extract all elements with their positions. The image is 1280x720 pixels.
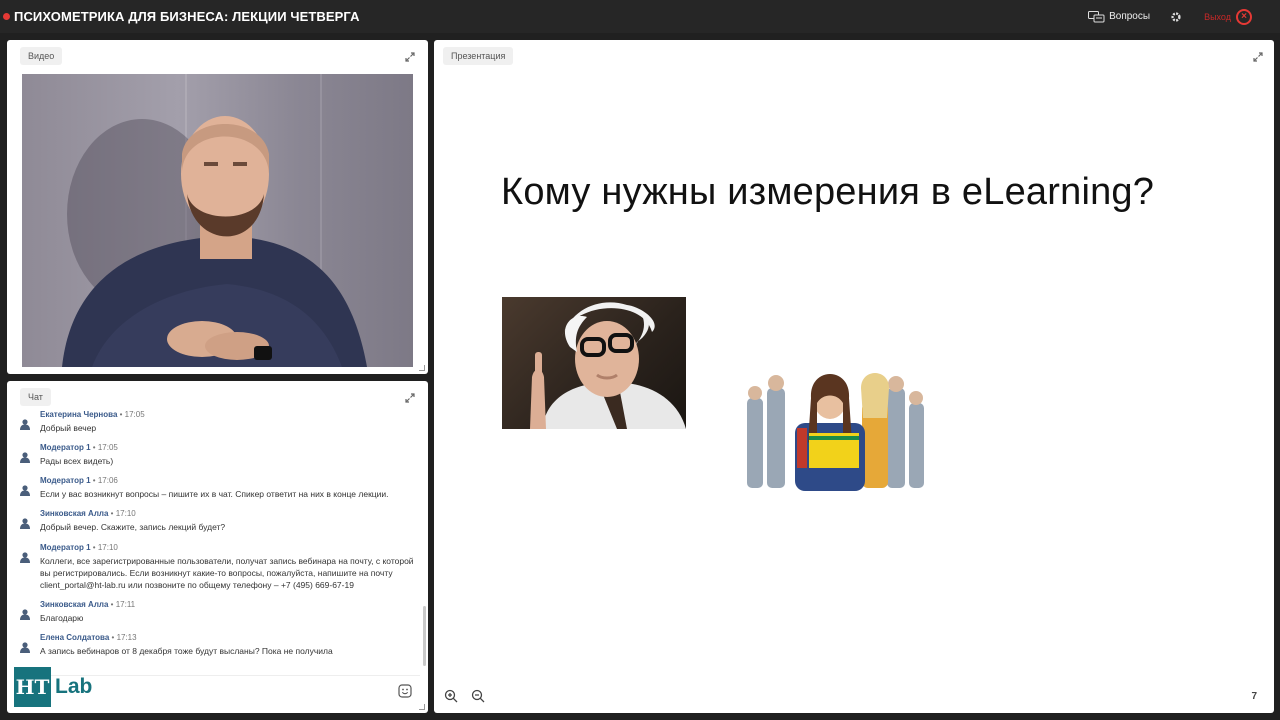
professor-image: [502, 297, 686, 429]
message-text: Коллеги, все зарегистрированные пользова…: [40, 556, 414, 590]
logo-mark: HT: [14, 667, 51, 707]
chat-message: Зинковская Алла • 17:11 Благодарю: [7, 600, 425, 630]
presentation-panel-label: Презентация: [443, 47, 514, 65]
webinar-title: ПСИХОМЕТРИКА ДЛЯ БИЗНЕСА: ЛЕКЦИИ ЧЕТВЕРГ…: [14, 9, 360, 24]
message-time: 17:10: [97, 543, 118, 552]
chat-message: Модератор 1 • 17:06 Если у вас возникнут…: [7, 476, 425, 506]
students-image: [737, 358, 937, 491]
close-icon: ×: [1236, 8, 1252, 25]
message-author: Модератор 1: [40, 476, 91, 485]
zoom-in-button[interactable]: [444, 689, 458, 703]
message-author: Елена Солдатова: [40, 633, 110, 642]
chat-panel: Чат Екатерина Чернова • 17:05 Добрый веч…: [7, 381, 428, 713]
speaker-video: [62, 116, 367, 367]
message-time: 17:06: [97, 476, 118, 485]
message-text: Рады всех видеть): [40, 456, 114, 466]
top-bar: ПСИХОМЕТРИКА ДЛЯ БИЗНЕСА: ЛЕКЦИИ ЧЕТВЕРГ…: [0, 0, 1280, 33]
slide-title: Кому нужны измерения в eLearning?: [501, 171, 1155, 213]
chat-resize-handle[interactable]: [419, 704, 425, 710]
slide-page-number: 7: [1251, 691, 1257, 702]
gear-icon: [1171, 11, 1181, 22]
expand-icon: [1253, 52, 1263, 62]
chat-scrollbar[interactable]: [423, 606, 426, 666]
message-author: Зинковская Алла: [40, 509, 109, 518]
message-author: Модератор 1: [40, 543, 91, 552]
emoji-icon: [398, 684, 412, 698]
live-indicator: [3, 13, 10, 20]
user-icon: [20, 609, 30, 620]
presentation-panel: Презентация Кому нужны измерения в eLear…: [434, 40, 1274, 713]
message-time: 17:05: [124, 410, 145, 419]
chat-bubbles-icon: [1088, 10, 1105, 22]
video-resize-handle[interactable]: [419, 365, 425, 371]
video-expand-button[interactable]: [403, 50, 417, 64]
message-time: 17:05: [97, 443, 118, 452]
message-time: 17:11: [115, 600, 136, 609]
user-icon: [20, 552, 30, 563]
chat-message: Зинковская Алла • 17:10 Добрый вечер. Ск…: [7, 509, 425, 539]
chat-message: Модератор 1 • 17:05 Рады всех видеть): [7, 443, 425, 473]
ht-lab-logo: HT Lab: [14, 665, 92, 709]
chat-message: Екатерина Чернова • 17:05 Добрый вечер: [7, 410, 425, 440]
message-text: Добрый вечер. Скажите, запись лекций буд…: [40, 522, 226, 532]
message-author: Зинковская Алла: [40, 600, 109, 609]
zoom-out-button[interactable]: [471, 689, 485, 703]
zoom-out-icon: [471, 689, 485, 703]
message-time: 17:10: [115, 509, 136, 518]
emoji-button[interactable]: [398, 684, 412, 703]
chat-expand-button[interactable]: [403, 391, 417, 405]
user-icon: [20, 642, 30, 653]
video-stream[interactable]: [22, 74, 413, 367]
logo-text: Lab: [55, 675, 93, 698]
user-icon: [20, 518, 30, 529]
exit-label: Выход: [1204, 11, 1231, 22]
message-text: Благодарю: [40, 613, 84, 623]
questions-label: Вопросы: [1109, 11, 1151, 22]
top-actions: Вопросы Выход ×: [1088, 0, 1252, 33]
message-author: Екатерина Чернова: [40, 410, 118, 419]
questions-button[interactable]: Вопросы: [1088, 10, 1151, 23]
chat-message-list[interactable]: Екатерина Чернова • 17:05 Добрый вечер М…: [7, 408, 425, 666]
message-time: 17:13: [116, 633, 137, 642]
expand-icon: [405, 52, 415, 62]
expand-icon: [405, 393, 415, 403]
message-text: А запись вебинаров от 8 декабря тоже буд…: [40, 646, 333, 656]
user-icon: [20, 452, 30, 463]
chat-message: Модератор 1 • 17:10 Коллеги, все зарегис…: [7, 543, 425, 598]
exit-button[interactable]: Выход ×: [1204, 8, 1252, 25]
chat-panel-label: Чат: [20, 388, 51, 406]
user-icon: [20, 419, 30, 430]
user-icon: [20, 485, 30, 496]
chat-message: Елена Солдатова • 17:13 А запись вебинар…: [7, 633, 425, 663]
message-text: Добрый вечер: [40, 423, 97, 433]
message-text: Если у вас возникнут вопросы – пишите их…: [40, 489, 389, 499]
settings-button[interactable]: [1170, 11, 1182, 23]
video-panel: Видео: [7, 40, 428, 374]
video-panel-label: Видео: [20, 47, 63, 65]
message-author: Модератор 1: [40, 443, 91, 452]
presentation-expand-button[interactable]: [1251, 50, 1265, 64]
zoom-in-icon: [444, 689, 458, 703]
